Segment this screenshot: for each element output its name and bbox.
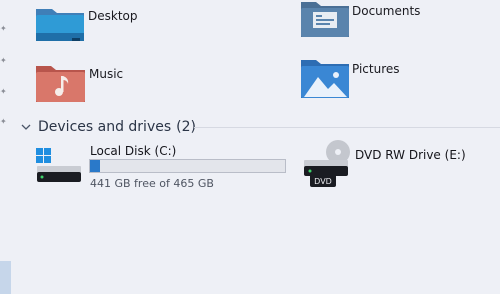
section-header-devices[interactable]: Devices and drives (2)	[20, 118, 196, 136]
quick-access-item-desktop[interactable]	[34, 3, 86, 45]
drive-name: DVD RW Drive (E:)	[355, 148, 466, 162]
dvd-drive-icon: DVD	[304, 140, 350, 187]
documents-folder-icon	[301, 2, 349, 37]
quick-access-label: Music	[89, 67, 124, 81]
pin-icon[interactable]: ✦	[0, 25, 7, 33]
local-disk-icon	[36, 148, 81, 182]
dvd-icon-label: DVD	[314, 177, 332, 186]
music-folder-icon	[36, 66, 85, 102]
pin-icon[interactable]: ✦	[0, 118, 7, 126]
drive-item-local-disk[interactable]	[34, 144, 84, 186]
quick-access-label: Desktop	[88, 9, 138, 23]
section-divider	[194, 127, 500, 128]
quick-access-item-pictures[interactable]	[300, 57, 350, 99]
section-count: (2)	[176, 119, 196, 135]
drive-item-dvd[interactable]: DVD	[302, 136, 352, 188]
chevron-down-icon[interactable]	[20, 121, 32, 133]
section-title: Devices and drives	[38, 119, 172, 135]
quick-access-label: Pictures	[352, 62, 400, 76]
pin-icon[interactable]: ✦	[0, 57, 7, 65]
nav-pane-selection[interactable]	[0, 261, 11, 294]
drive-usage-fill	[90, 160, 101, 172]
quick-access-item-documents[interactable]	[300, 0, 350, 38]
quick-access-label: Documents	[352, 4, 421, 18]
drive-name: Local Disk (C:)	[90, 144, 177, 158]
quick-access-item-music[interactable]	[35, 62, 87, 104]
pictures-folder-icon	[301, 60, 349, 98]
drive-free-space: 441 GB free of 465 GB	[90, 177, 214, 190]
drive-usage-bar	[89, 159, 286, 173]
pin-icon[interactable]: ✦	[0, 88, 7, 96]
desktop-folder-icon	[36, 9, 84, 41]
